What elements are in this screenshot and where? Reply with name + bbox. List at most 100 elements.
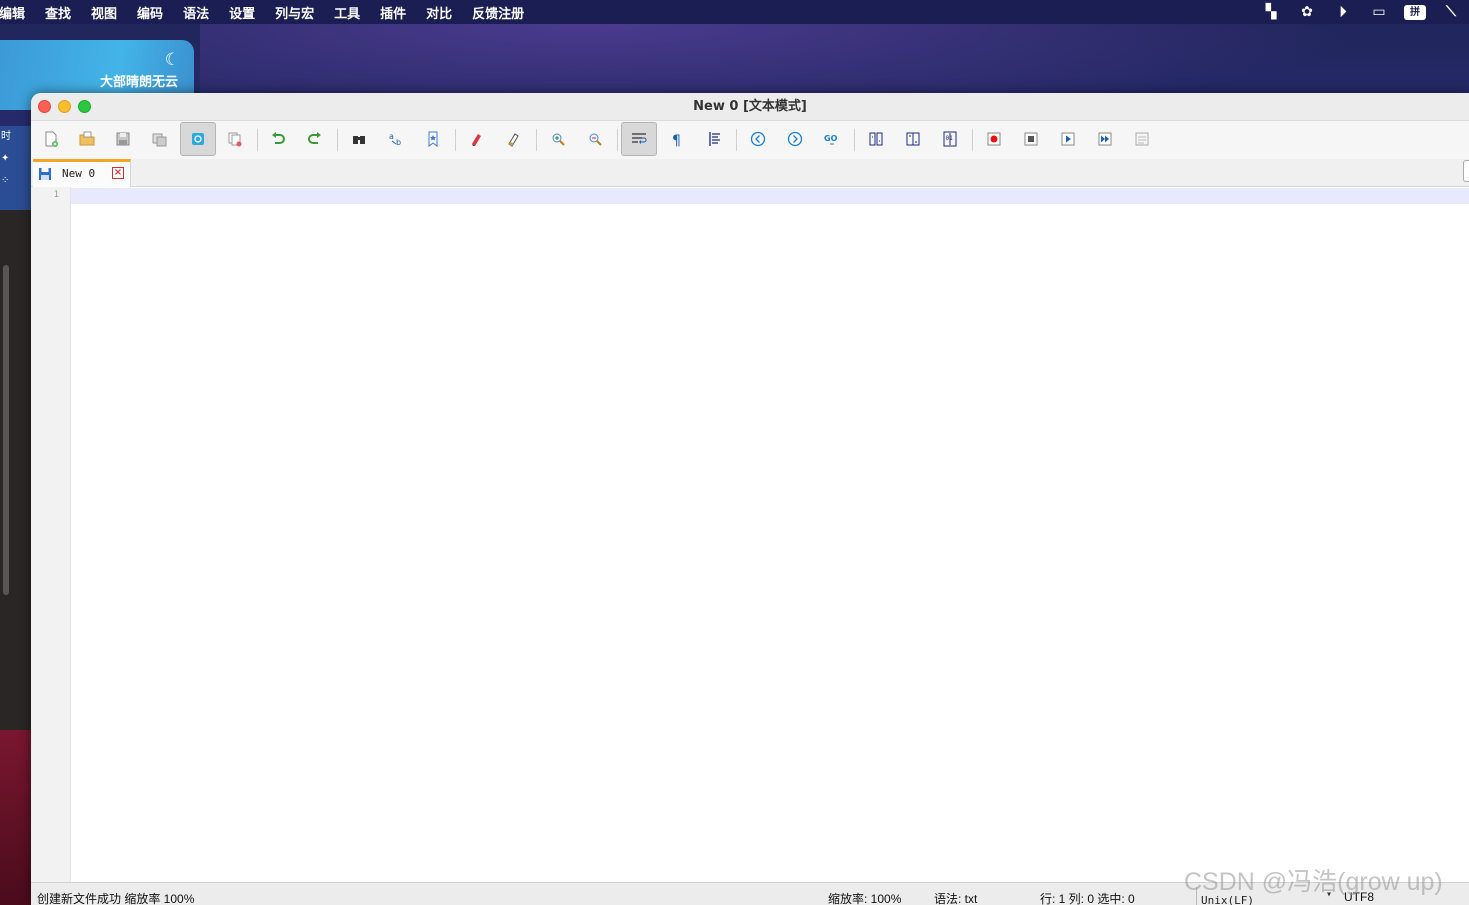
menu-edit[interactable]: 编辑 — [0, 3, 25, 22]
binoculars-icon — [353, 136, 365, 144]
svg-text:a: a — [389, 132, 394, 141]
status-syntax[interactable]: 语法: txt — [934, 890, 977, 905]
background-scrollbar — [3, 265, 9, 595]
line-number-gutter: 1 — [31, 187, 71, 882]
new-file-icon — [45, 131, 58, 147]
toolbar-separator — [617, 129, 618, 151]
current-line-highlight — [71, 188, 1469, 204]
network-icon[interactable]: ⟍ — [1433, 4, 1469, 20]
open-file-button[interactable] — [69, 122, 105, 156]
toolbar-separator — [854, 129, 855, 151]
bookmark-app-icon[interactable]: ▚ — [1253, 4, 1289, 20]
split-vertical-button[interactable] — [895, 122, 931, 156]
bookmark-icon — [428, 131, 438, 147]
save-icon — [116, 132, 130, 146]
toolbar-separator — [736, 129, 737, 151]
save-all-button[interactable] — [142, 122, 178, 156]
redo-button[interactable] — [297, 122, 333, 156]
toolbar-separator — [257, 129, 258, 151]
split-horizontal-button[interactable] — [858, 122, 894, 156]
menu-view[interactable]: 视图 — [91, 3, 117, 22]
menu-bar: 编辑 查找 视图 编码 语法 设置 列与宏 工具 插件 对比 反馈注册 ▚ ✿ … — [0, 0, 1469, 24]
record-macro-button[interactable] — [976, 122, 1012, 156]
menu-plugins[interactable]: 插件 — [380, 3, 406, 22]
reload-icon — [192, 133, 204, 145]
record-icon — [987, 132, 1001, 146]
menu-column-macro[interactable]: 列与宏 — [275, 3, 314, 22]
nav-back-button[interactable] — [740, 122, 776, 156]
reload-button[interactable] — [180, 122, 216, 156]
window-title: New 0 [文本模式] — [693, 99, 807, 114]
redo-icon — [308, 132, 321, 144]
save-button[interactable] — [105, 122, 141, 156]
bookmark-button[interactable] — [415, 122, 451, 156]
background-gear-icon: ✦ — [1, 153, 10, 164]
display-icon[interactable]: ▭ — [1361, 4, 1397, 20]
menubar-status-icons: ▚ ✿ ⏵ ▭ 拼 ⟍ — [1253, 0, 1469, 24]
input-method-indicator[interactable]: 拼 — [1404, 4, 1426, 20]
line-number: 1 — [53, 190, 59, 200]
menu-feedback-register[interactable]: 反馈注册 — [472, 3, 524, 22]
text-editor-area[interactable] — [71, 187, 1469, 882]
save-all-icon — [152, 133, 167, 147]
word-wrap-button[interactable] — [621, 122, 657, 156]
window-minimize-button[interactable] — [58, 100, 71, 113]
tab-label: New 0 — [62, 167, 96, 180]
menu-find[interactable]: 查找 — [45, 3, 71, 22]
zoom-out-button[interactable] — [577, 122, 613, 156]
tab-close-icon[interactable]: × — [112, 167, 124, 179]
menu-compare[interactable]: 对比 — [426, 3, 452, 22]
stop-macro-button[interactable] — [1013, 122, 1049, 156]
background-window-strip — [0, 210, 31, 730]
show-symbols-button[interactable]: ¶ — [658, 122, 694, 156]
svg-text:b: b — [396, 138, 401, 147]
chevron-left-circle-icon — [750, 131, 766, 147]
goto-icon: GO — [824, 134, 838, 145]
wechat-icon[interactable]: ✿ — [1289, 4, 1325, 20]
menu-settings[interactable]: 设置 — [229, 3, 255, 22]
save-macro-button[interactable] — [1124, 122, 1160, 156]
tab-scroll-handle[interactable] — [1463, 160, 1469, 182]
sync-scroll-button[interactable]: 01 — [932, 122, 968, 156]
editor-window: New 0 [文本模式] a b ¶ GO 01 New 0 × 1 创建新文件… — [31, 93, 1469, 905]
zoom-in-button[interactable] — [540, 122, 576, 156]
new-file-button[interactable] — [33, 122, 69, 156]
toolbar-separator — [972, 129, 973, 151]
zoom-out-icon — [589, 133, 602, 146]
replace-button[interactable]: ab — [378, 122, 414, 156]
undo-button[interactable] — [260, 122, 296, 156]
run-macro-multiple-button[interactable] — [1087, 122, 1123, 156]
zoom-in-icon — [552, 133, 565, 146]
play-icon — [1061, 132, 1075, 146]
title-bar[interactable]: New 0 [文本模式] — [31, 93, 1469, 121]
watermark: CSDN @冯浩(grow up) — [1184, 868, 1443, 896]
tab-bar: New 0 × — [31, 159, 1469, 187]
tab-new-0[interactable]: New 0 × — [33, 159, 131, 187]
play-circle-icon[interactable]: ⏵ — [1325, 4, 1361, 20]
background-window-edge: 时 ✦ ⁘ — [0, 126, 31, 210]
menu-encoding[interactable]: 编码 — [137, 3, 163, 22]
marker-icon — [472, 134, 481, 146]
pilcrow-icon: ¶ — [672, 133, 681, 148]
close-all-button[interactable] — [217, 122, 253, 156]
play-macro-button[interactable] — [1050, 122, 1086, 156]
window-close-button[interactable] — [38, 100, 51, 113]
floppy-icon — [39, 168, 51, 180]
goto-button[interactable]: GO — [814, 122, 850, 156]
split-vertical-icon — [906, 132, 920, 146]
svg-text:GO: GO — [824, 134, 838, 143]
background-window-label: 时 — [1, 131, 11, 142]
menu-syntax[interactable]: 语法 — [183, 3, 209, 22]
menu-tools[interactable]: 工具 — [334, 3, 360, 22]
status-zoom: 缩放率: 100% — [828, 892, 902, 905]
mark-button[interactable] — [459, 122, 495, 156]
window-maximize-button[interactable] — [78, 100, 91, 113]
moon-icon: ☾ — [164, 50, 180, 70]
find-button[interactable] — [341, 122, 377, 156]
chevron-right-circle-icon — [787, 131, 803, 147]
indent-guide-button[interactable] — [696, 122, 732, 156]
replace-icon: ab — [389, 132, 401, 147]
clear-mark-button[interactable] — [496, 122, 532, 156]
toolbar-separator — [536, 129, 537, 151]
nav-forward-button[interactable] — [777, 122, 813, 156]
